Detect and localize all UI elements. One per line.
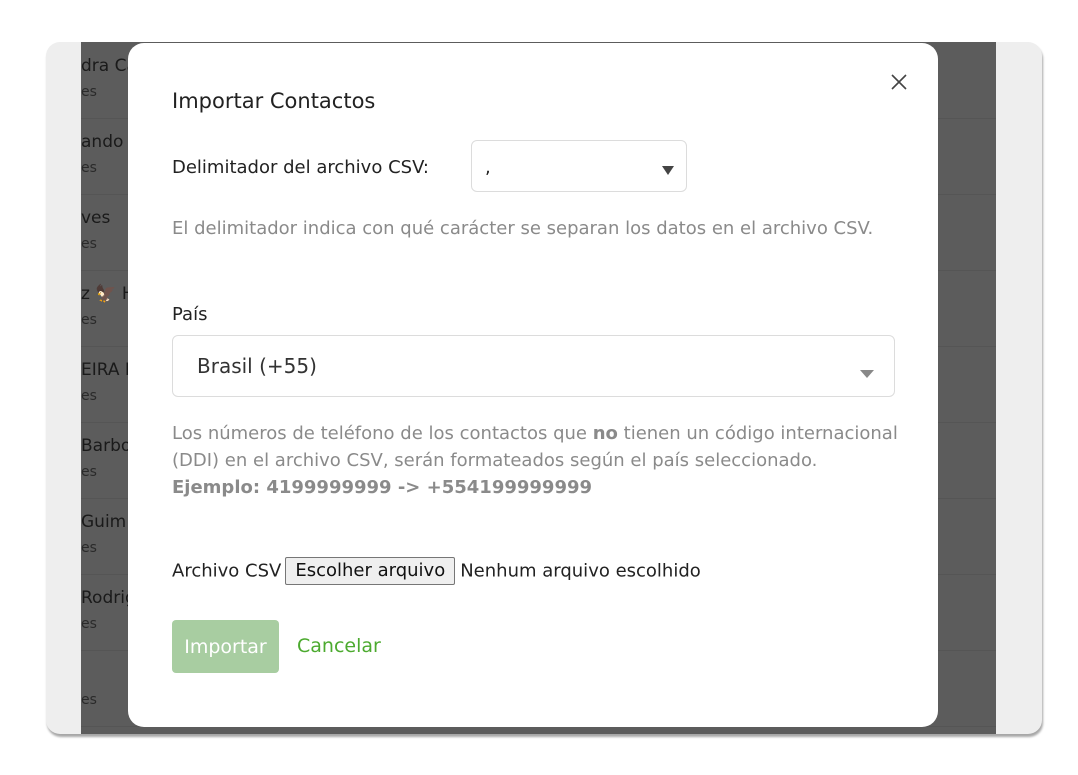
country-value: Brasil (+55) [197,354,317,378]
contact-name: Guim [81,512,127,532]
country-select[interactable]: Brasil (+55) [172,335,895,397]
delimiter-value: , [485,157,491,178]
contact-name: ves [81,208,111,228]
contact-name: Barbo [81,436,132,456]
contact-subtitle: es [81,464,97,480]
contact-name: ando [81,132,124,152]
csv-file-label: Archivo CSV [172,560,282,582]
contact-subtitle: es [81,616,97,632]
delimiter-label: Delimitador del archivo CSV: [172,157,429,178]
modal-title: Importar Contactos [172,89,376,113]
delimiter-select[interactable]: , [471,140,687,192]
contact-subtitle: es [81,84,97,100]
contact-name: z 🦅 H [81,284,135,304]
import-contacts-modal: Importar Contactos Delimitador del archi… [128,43,938,727]
choose-file-button[interactable]: Escolher arquivo [285,557,456,585]
country-example: Ejemplo: 4199999999 -> +554199999999 [172,477,593,498]
contact-subtitle: es [81,388,97,404]
contact-subtitle: es [81,312,97,328]
caret-down-icon [662,160,674,179]
csv-file-field: Archivo CSV Escolher arquivo Nenhum arquiv… [172,557,701,589]
contact-subtitle: es [81,160,97,176]
contact-subtitle: es [81,236,97,252]
caret-down-icon [860,363,874,382]
file-status: Nenhum arquivo escolhido [460,560,701,582]
import-button[interactable]: Importar [172,620,279,673]
contact-subtitle: es [81,540,97,556]
close-icon[interactable] [888,71,910,93]
country-help-text: Los números de teléfono de los contactos… [172,423,898,498]
country-label: País [172,304,208,325]
delimiter-help-text: El delimitador indica con qué carácter s… [172,218,874,239]
contact-subtitle: es [81,692,97,708]
cancel-button[interactable]: Cancelar [297,635,381,657]
